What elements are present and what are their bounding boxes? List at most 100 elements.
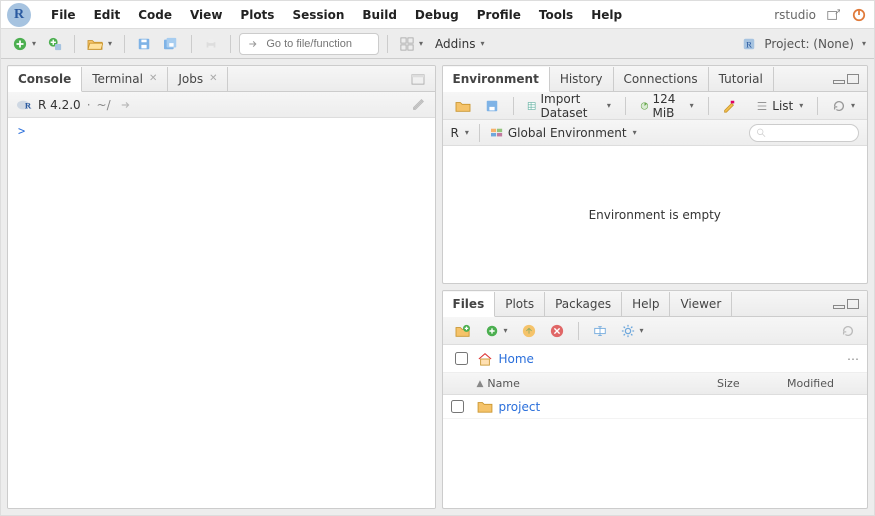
refresh-files-button[interactable] (837, 322, 859, 340)
maximize-pane-icon[interactable] (847, 299, 859, 309)
import-dataset-button[interactable]: Import Dataset ▾ (523, 90, 615, 122)
chevron-down-icon[interactable]: ▾ (862, 39, 866, 48)
source-console-pane: Console Terminal✕ Jobs✕ R R 4.2.0 · ~/ (7, 65, 436, 509)
more-path-icon[interactable]: ⋯ (847, 352, 859, 366)
tab-environment[interactable]: Environment (443, 67, 550, 92)
new-file-button[interactable]: ▾ (9, 35, 40, 53)
svg-text:R: R (25, 100, 32, 110)
workspace-panes-button[interactable]: ▾ (396, 35, 427, 53)
table-row[interactable]: project (443, 395, 868, 419)
col-size[interactable]: Size (717, 377, 787, 390)
minimize-pane-icon[interactable] (833, 305, 845, 309)
files-pane: Files Plots Packages Help Viewer (442, 290, 869, 509)
menu-view[interactable]: View (182, 4, 230, 26)
new-blank-file-button[interactable]: ▾ (481, 322, 512, 340)
folder-icon (477, 400, 493, 413)
working-directory-label[interactable]: ~/ (97, 98, 111, 112)
clear-console-icon[interactable] (409, 96, 427, 114)
minimize-pane-icon[interactable] (833, 80, 845, 84)
breadcrumb-home[interactable]: Home (499, 352, 534, 366)
menu-plots[interactable]: Plots (232, 4, 282, 26)
language-selector[interactable]: R ▾ (451, 126, 469, 140)
environment-toolbar: Import Dataset ▾ 124 MiB ▾ (443, 92, 868, 120)
upload-button[interactable] (518, 322, 540, 340)
tab-packages[interactable]: Packages (545, 292, 622, 316)
select-all-checkbox[interactable] (455, 352, 468, 365)
tab-jobs[interactable]: Jobs✕ (168, 67, 228, 91)
more-button[interactable]: ▾ (617, 322, 648, 340)
memory-usage-button[interactable]: 124 MiB ▾ (636, 90, 698, 122)
r-logo: R (7, 3, 31, 27)
menu-file[interactable]: File (43, 4, 84, 26)
save-all-button[interactable] (159, 35, 183, 53)
goto-input-field[interactable] (264, 37, 370, 51)
addins-menu[interactable]: Addins ▾ (431, 35, 488, 53)
tab-help[interactable]: Help (622, 292, 670, 316)
goto-file-function-input[interactable] (239, 33, 379, 55)
save-workspace-button[interactable] (481, 97, 503, 115)
files-table: ▲ Name Size Modified project (443, 373, 868, 508)
rename-button[interactable] (589, 322, 611, 340)
refresh-button[interactable]: ▾ (828, 97, 859, 115)
addins-label: Addins (435, 37, 475, 51)
menu-profile[interactable]: Profile (469, 4, 529, 26)
col-modified[interactable]: Modified (787, 377, 867, 390)
tab-console[interactable]: Console (8, 67, 82, 92)
environment-search[interactable] (749, 124, 859, 142)
menu-code[interactable]: Code (130, 4, 180, 26)
save-button[interactable] (133, 35, 155, 53)
tab-files[interactable]: Files (443, 292, 496, 317)
environment-search-input[interactable] (766, 126, 852, 140)
chevron-down-icon: ▾ (607, 101, 611, 110)
chevron-down-icon: ▾ (465, 128, 469, 137)
chevron-down-icon: ▾ (640, 326, 644, 335)
project-label[interactable]: Project: (None) (764, 37, 854, 51)
menu-edit[interactable]: Edit (86, 4, 129, 26)
pane-popout-icon[interactable] (409, 70, 427, 88)
view-mode-button[interactable]: List ▾ (752, 97, 807, 115)
chevron-down-icon: ▾ (851, 101, 855, 110)
col-name[interactable]: Name (487, 377, 519, 390)
menu-tools[interactable]: Tools (531, 4, 581, 26)
clear-objects-button[interactable] (718, 97, 740, 115)
console-info-bar: R R 4.2.0 · ~/ (8, 92, 435, 118)
maximize-pane-icon[interactable] (847, 74, 859, 84)
load-workspace-button[interactable] (451, 97, 475, 115)
close-icon[interactable]: ✕ (209, 73, 217, 84)
menu-debug[interactable]: Debug (407, 4, 467, 26)
files-table-header: ▲ Name Size Modified (443, 373, 868, 395)
environment-tabs: Environment History Connections Tutorial (443, 66, 868, 92)
sort-asc-icon[interactable]: ▲ (477, 379, 484, 389)
tab-connections[interactable]: Connections (614, 67, 709, 91)
close-icon[interactable]: ✕ (149, 73, 157, 84)
tab-plots[interactable]: Plots (495, 292, 545, 316)
tab-history[interactable]: History (550, 67, 614, 91)
files-breadcrumb: Home ⋯ (443, 345, 868, 373)
open-file-button[interactable]: ▾ (83, 35, 116, 53)
menu-build[interactable]: Build (354, 4, 405, 26)
menu-help[interactable]: Help (583, 4, 630, 26)
print-button[interactable] (200, 35, 222, 53)
delete-button[interactable] (546, 322, 568, 340)
quit-session-icon[interactable] (850, 6, 868, 24)
search-icon (756, 127, 766, 138)
environment-empty-message: Environment is empty (589, 208, 721, 222)
home-icon[interactable] (477, 352, 493, 366)
brand-label: rstudio (774, 8, 816, 22)
new-folder-button[interactable] (451, 322, 475, 340)
environment-selector[interactable]: Global Environment ▾ (490, 126, 637, 140)
chevron-down-icon: ▾ (419, 39, 423, 48)
new-project-button[interactable] (44, 35, 66, 53)
tab-viewer[interactable]: Viewer (670, 292, 732, 316)
tab-tutorial[interactable]: Tutorial (709, 67, 774, 91)
popout-window-icon[interactable] (824, 6, 842, 24)
r-version-label: R 4.2.0 (38, 98, 81, 112)
chevron-down-icon: ▾ (633, 128, 637, 137)
open-folder-icon[interactable] (117, 96, 135, 114)
project-icon[interactable]: R (740, 35, 758, 53)
tab-terminal[interactable]: Terminal✕ (82, 67, 168, 91)
row-checkbox[interactable] (451, 400, 464, 413)
file-name-link[interactable]: project (499, 400, 541, 414)
menu-session[interactable]: Session (284, 4, 352, 26)
console-output[interactable]: > (8, 118, 435, 508)
